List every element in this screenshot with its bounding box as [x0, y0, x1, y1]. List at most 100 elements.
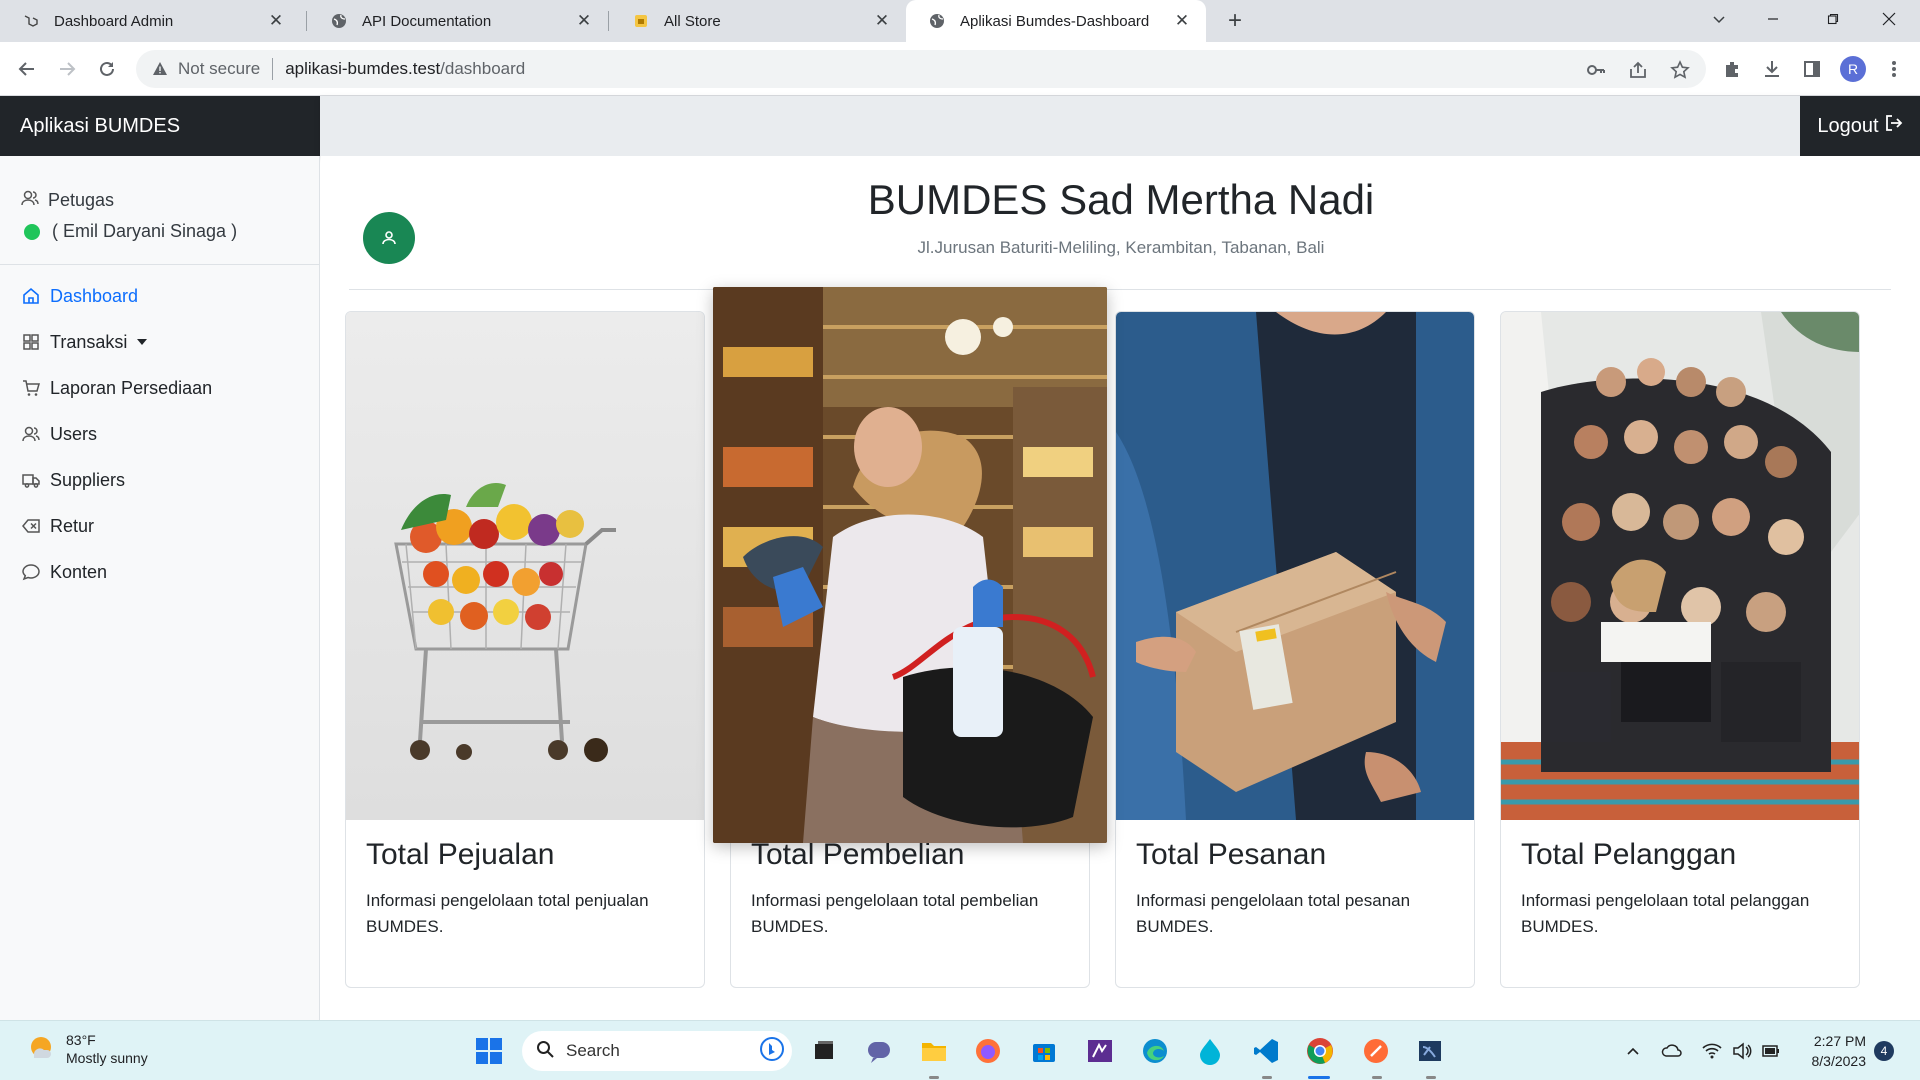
system-clock[interactable]: 2:27 PM 8/3/2023 — [1774, 1031, 1867, 1071]
laravel-icon — [22, 12, 40, 30]
key-icon[interactable] — [1584, 58, 1608, 82]
home-icon — [20, 285, 42, 307]
card-text: Informasi pengelolaan total pelanggan BU… — [1521, 891, 1810, 936]
close-icon[interactable]: ✕ — [266, 11, 286, 31]
running-indicator — [1426, 1076, 1436, 1079]
firefox-icon[interactable] — [972, 1035, 1004, 1067]
package-delivery-image — [1116, 312, 1474, 820]
close-window-button[interactable] — [1866, 0, 1912, 38]
notification-badge[interactable]: 4 — [1874, 1041, 1894, 1061]
share-icon[interactable] — [1626, 58, 1650, 82]
omnibox-divider — [272, 58, 274, 80]
active-indicator — [1308, 1076, 1330, 1079]
running-indicator — [1372, 1076, 1382, 1079]
app-brand[interactable]: Aplikasi BUMDES — [0, 96, 320, 156]
sidebar-item-dashboard[interactable]: Dashboard — [0, 273, 319, 319]
chevron-up-icon[interactable] — [1621, 1039, 1645, 1063]
card-title: Total Pejualan — [366, 838, 555, 871]
sidebar-item-laporan-persediaan[interactable]: Laporan Persediaan — [0, 365, 319, 411]
sun-cloud-icon — [26, 1032, 56, 1067]
weather-widget[interactable]: 83°F Mostly sunny — [26, 1031, 148, 1067]
back-button[interactable] — [12, 54, 42, 84]
tab-divider — [608, 11, 609, 31]
sidebar-item-users[interactable]: Users — [0, 411, 319, 457]
clock-date: 8/3/2023 — [1811, 1053, 1867, 1069]
bookmark-star-icon[interactable] — [1668, 58, 1692, 82]
teams-chat-icon[interactable] — [863, 1035, 895, 1067]
tab-aplikasi-bumdes[interactable]: Aplikasi Bumdes-Dashboard ✕ — [906, 0, 1206, 42]
avatar[interactable] — [363, 212, 415, 264]
browser-tab-bar: Dashboard Admin ✕ API Documentation ✕ Al… — [0, 0, 1920, 42]
tab-search-icon[interactable] — [1696, 0, 1742, 38]
address-bar[interactable]: Not secure aplikasi-bumdes.test/dashboar… — [136, 50, 1706, 88]
sidebar-item-label: Konten — [50, 561, 108, 582]
tab-dashboard-admin[interactable]: Dashboard Admin ✕ — [0, 0, 300, 42]
running-indicator — [1262, 1076, 1272, 1079]
task-view-icon[interactable] — [808, 1035, 840, 1067]
tab-title: All Store — [664, 12, 721, 30]
card-total-pesanan[interactable]: Total Pesanan Informasi pengelolaan tota… — [1115, 311, 1475, 988]
logout-button[interactable]: Logout — [1800, 96, 1920, 156]
close-icon[interactable]: ✕ — [872, 11, 892, 31]
chrome-icon[interactable] — [1304, 1035, 1336, 1067]
restore-button[interactable] — [1810, 0, 1856, 38]
card-title: Total Pembelian — [751, 838, 965, 871]
edge-icon[interactable] — [1139, 1035, 1171, 1067]
tab-api-documentation[interactable]: API Documentation ✕ — [308, 0, 608, 42]
user-name: ( Emil Daryani Sinaga ) — [52, 221, 238, 241]
reload-button[interactable] — [92, 54, 122, 84]
sidebar-item-retur[interactable]: Retur — [0, 503, 319, 549]
side-panel-icon[interactable] — [1800, 57, 1824, 81]
role-row: Petugas — [20, 188, 299, 213]
new-tab-button[interactable]: + — [1222, 7, 1248, 34]
tab-all-store[interactable]: All Store ✕ — [610, 0, 906, 42]
store-icon — [632, 12, 650, 30]
card-text: Informasi pengelolaan total pesanan BUMD… — [1136, 891, 1411, 936]
shopper-image-hover[interactable] — [713, 287, 1107, 843]
card-text: Informasi pengelolaan total pembelian BU… — [751, 891, 1039, 936]
close-icon[interactable]: ✕ — [1172, 11, 1192, 31]
microsoft-store-icon[interactable] — [1028, 1035, 1060, 1067]
name-row: ( Emil Daryani Sinaga ) — [20, 221, 299, 242]
card-text: Informasi pengelolaan total penjualan BU… — [366, 891, 649, 936]
cloud-sync-icon[interactable] — [1660, 1039, 1684, 1063]
user-icon — [20, 188, 40, 213]
forward-button[interactable] — [52, 54, 82, 84]
sidebar-item-konten[interactable]: Konten — [0, 549, 319, 595]
logout-icon — [1885, 114, 1903, 138]
running-indicator — [929, 1076, 939, 1079]
visual-studio-icon[interactable] — [1084, 1035, 1116, 1067]
warning-icon[interactable] — [150, 59, 170, 79]
wifi-icon[interactable] — [1700, 1039, 1724, 1063]
minimize-button[interactable] — [1750, 0, 1796, 38]
file-explorer-icon[interactable] — [918, 1035, 950, 1067]
card-total-pelanggan[interactable]: Total Pelanggan Informasi pengelolaan to… — [1500, 311, 1860, 988]
card-total-penjualan[interactable]: Total Pejualan Informasi pengelolaan tot… — [345, 311, 705, 988]
menu-kebab-icon[interactable] — [1882, 57, 1906, 81]
tab-title: API Documentation — [362, 12, 492, 30]
tab-title: Aplikasi Bumdes-Dashboard — [960, 12, 1150, 30]
postman-icon[interactable] — [1360, 1035, 1392, 1067]
app-droplet-icon[interactable] — [1194, 1035, 1226, 1067]
windows-start-icon[interactable] — [473, 1035, 505, 1067]
search-icon — [536, 1040, 554, 1063]
logout-label: Logout — [1817, 114, 1879, 137]
profile-avatar[interactable]: R — [1840, 56, 1866, 82]
sidebar-item-suppliers[interactable]: Suppliers — [0, 457, 319, 503]
grocery-cart-image — [346, 312, 704, 820]
security-label[interactable]: Not secure — [178, 59, 260, 79]
sidebar-item-transaksi[interactable]: Transaksi — [0, 319, 319, 365]
sidebar-item-label: Suppliers — [50, 469, 126, 490]
backspace-icon — [20, 515, 42, 537]
close-icon[interactable]: ✕ — [574, 11, 594, 31]
download-icon[interactable] — [1760, 57, 1784, 81]
volume-icon[interactable] — [1730, 1039, 1754, 1063]
windows-taskbar: 83°F Mostly sunny Search 2:27 PM 8/3/202… — [0, 1020, 1920, 1080]
bing-icon — [760, 1036, 784, 1066]
vscode-icon[interactable] — [1250, 1035, 1282, 1067]
database-app-icon[interactable] — [1414, 1035, 1446, 1067]
taskbar-search[interactable]: Search — [522, 1031, 792, 1071]
extensions-icon[interactable] — [1720, 57, 1744, 81]
header-divider — [349, 289, 1891, 290]
users-icon — [20, 423, 42, 445]
